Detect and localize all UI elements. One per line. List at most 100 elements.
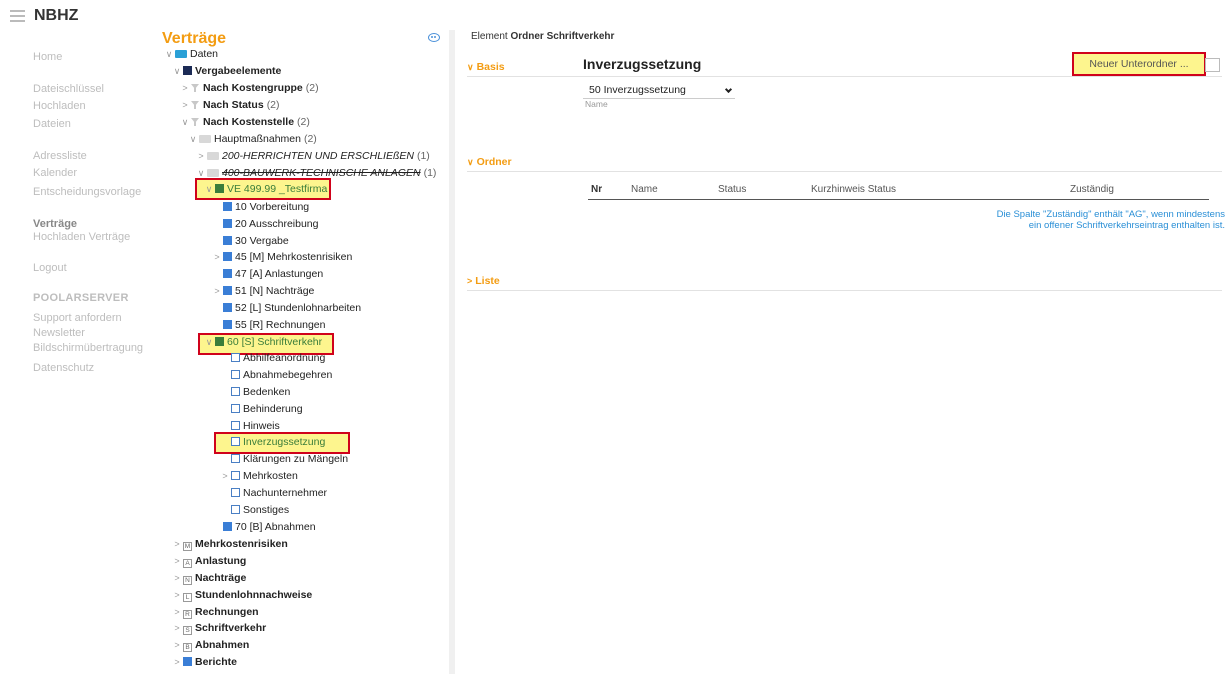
tree-node[interactable]: > Nach Status (2) — [180, 97, 280, 113]
chevron-down-icon[interactable]: ∨ — [180, 114, 190, 130]
chevron-right-icon[interactable]: > — [172, 604, 182, 620]
nav-item[interactable]: Newsletter — [33, 327, 85, 339]
chevron-right-icon[interactable]: > — [212, 249, 222, 265]
tree-node[interactable]: ∨ 60 [S] Schriftverkehr — [204, 334, 322, 350]
column-header-nr[interactable]: Nr — [591, 184, 602, 198]
nav-item[interactable]: Dateischlüssel — [33, 83, 104, 95]
tree-node[interactable]: Abnahmebegehren — [220, 367, 332, 383]
tree-node[interactable]: Inverzugssetzung — [220, 434, 325, 450]
chevron-right-icon[interactable]: > — [172, 654, 182, 670]
chevron-down-icon: ∨ — [467, 62, 474, 72]
view-toggle-icon[interactable] — [428, 33, 440, 42]
nav-item[interactable]: Adressliste — [33, 150, 87, 162]
chevron-right-icon[interactable]: > — [172, 587, 182, 603]
nav-item[interactable]: Dateien — [33, 118, 71, 130]
chevron-right-icon[interactable]: > — [212, 283, 222, 299]
breadcrumb-current: Ordner Schriftverkehr — [510, 31, 615, 42]
tree-node[interactable]: Klärungen zu Mängeln — [220, 451, 348, 467]
tree-node[interactable]: 30 Vergabe — [212, 233, 289, 249]
nav-item[interactable]: Logout — [33, 262, 67, 274]
nav-item[interactable]: Hochladen Verträge — [33, 231, 130, 243]
chevron-down-icon[interactable]: ∨ — [188, 131, 198, 147]
tree-node[interactable]: > Nach Kostengruppe (2) — [180, 80, 318, 96]
tree-node-count: (1) — [423, 167, 437, 179]
tree-node[interactable]: > L Stundenlohnnachweise — [172, 587, 312, 603]
tree-node-label: 200-HERRICHTEN UND ERSCHLIEßEN — [222, 150, 414, 162]
square-icon — [231, 353, 240, 362]
tree-node[interactable]: ∨ Nach Kostenstelle (2) — [180, 114, 310, 130]
tree-node-count: (2) — [297, 116, 310, 128]
chevron-down-icon[interactable]: ∨ — [204, 334, 214, 350]
section-liste-label: Liste — [475, 275, 500, 287]
nav-item[interactable]: Home — [33, 51, 62, 63]
tree-node[interactable]: ∨ VE 499.99 _Testfirma — [204, 181, 328, 197]
chevron-right-icon[interactable]: > — [172, 553, 182, 569]
column-header-name[interactable]: Name — [631, 184, 658, 198]
tree-node[interactable]: 70 [B] Abnahmen — [212, 519, 316, 535]
chevron-right-icon[interactable]: > — [220, 468, 230, 484]
chevron-down-icon[interactable]: ∨ — [172, 63, 182, 79]
tree-node[interactable]: > S Schriftverkehr — [172, 620, 266, 636]
chevron-right-icon[interactable]: > — [172, 570, 182, 586]
section-basis-toggle[interactable]: ∨ Basis — [467, 61, 505, 73]
tree-node[interactable]: > N Nachträge — [172, 570, 246, 586]
chevron-down-icon[interactable]: ∨ — [164, 46, 174, 62]
tree-node[interactable]: > B Abnahmen — [172, 637, 249, 653]
nav-item[interactable]: Kalender — [33, 167, 77, 179]
column-header-short-note[interactable]: Kurzhinweis Status — [811, 184, 896, 198]
tree-node[interactable]: 55 [R] Rechnungen — [212, 317, 325, 333]
tree-node-label: Nach Kostenstelle — [203, 116, 295, 128]
tree-node[interactable]: > Mehrkosten — [220, 468, 298, 484]
chevron-right-icon[interactable]: > — [180, 80, 190, 96]
options-button[interactable] — [1205, 58, 1220, 72]
tree-node[interactable]: > Berichte — [172, 654, 237, 670]
tree-node-label: Sonstiges — [243, 504, 290, 516]
chevron-right-icon: > — [467, 276, 473, 286]
tree-node[interactable]: Abhilfeanordnung — [220, 350, 325, 366]
chevron-right-icon[interactable]: > — [196, 148, 206, 164]
tree-node[interactable]: > R Rechnungen — [172, 604, 259, 620]
name-select[interactable]: 50 Inverzugssetzung — [583, 82, 735, 99]
tree-node[interactable]: Nachunternehmer — [220, 485, 327, 501]
tree-node[interactable]: ∨ Hauptmaßnahmen (2) — [188, 131, 317, 147]
new-subfolder-button[interactable]: Neuer Unterordner ... — [1072, 52, 1206, 76]
tree-node[interactable]: >51 [N] Nachträge — [212, 283, 314, 299]
tree-node[interactable]: Bedenken — [220, 384, 290, 400]
tree-node-label: Nachunternehmer — [243, 487, 328, 499]
section-liste-toggle[interactable]: > Liste — [467, 275, 500, 287]
chevron-right-icon[interactable]: > — [172, 620, 182, 636]
tree-node-label: 60 [S] Schriftverkehr — [227, 336, 323, 348]
nav-item[interactable]: Datenschutz — [33, 362, 94, 374]
nav-item[interactable]: Verträge — [33, 218, 77, 230]
tree-node[interactable]: 52 [L] Stundenlohnarbeiten — [212, 300, 361, 316]
tree-node[interactable]: > M Mehrkostenrisiken — [172, 536, 288, 552]
tree-node[interactable]: 47 [A] Anlastungen — [212, 266, 323, 282]
tree-node[interactable]: >45 [M] Mehrkostenrisiken — [212, 249, 352, 265]
filter-icon — [191, 100, 200, 109]
section-ordner-toggle[interactable]: ∨ Ordner — [467, 156, 512, 168]
tree-node[interactable]: 10 Vorbereitung — [212, 199, 309, 215]
chevron-right-icon[interactable]: > — [180, 97, 190, 113]
tree-node-count: (2) — [266, 99, 280, 111]
nav-item[interactable]: Entscheidungsvorlage — [33, 186, 141, 198]
chevron-down-icon[interactable]: ∨ — [204, 181, 214, 197]
square-icon — [231, 437, 240, 446]
nav-item[interactable]: Bildschirmübertragung — [33, 342, 143, 354]
tree-node-label: Mehrkostenrisiken — [195, 538, 288, 550]
nav-item[interactable]: Support anfordern — [33, 312, 122, 324]
column-header-responsible[interactable]: Zuständig — [1070, 184, 1114, 198]
tree-node[interactable]: 20 Ausschreibung — [212, 216, 318, 232]
tree-node[interactable]: > A Anlastung — [172, 553, 246, 569]
chevron-right-icon[interactable]: > — [172, 536, 182, 552]
menu-icon[interactable] — [10, 10, 25, 22]
column-header-status[interactable]: Status — [718, 184, 746, 198]
tree-node-label: Abnahmen — [195, 639, 250, 651]
nav-item[interactable]: Hochladen — [33, 100, 86, 112]
tree-node[interactable]: ∨ Vergabeelemente — [172, 63, 282, 79]
chevron-right-icon[interactable]: > — [172, 637, 182, 653]
tree-node-label: Schriftverkehr — [195, 622, 267, 634]
tree-node[interactable]: ∨ Daten — [164, 46, 218, 62]
tree-node[interactable]: Behinderung — [220, 401, 303, 417]
tree-node[interactable]: >200-HERRICHTEN UND ERSCHLIEßEN (1) — [196, 148, 429, 164]
tree-node[interactable]: Sonstiges — [220, 502, 289, 518]
